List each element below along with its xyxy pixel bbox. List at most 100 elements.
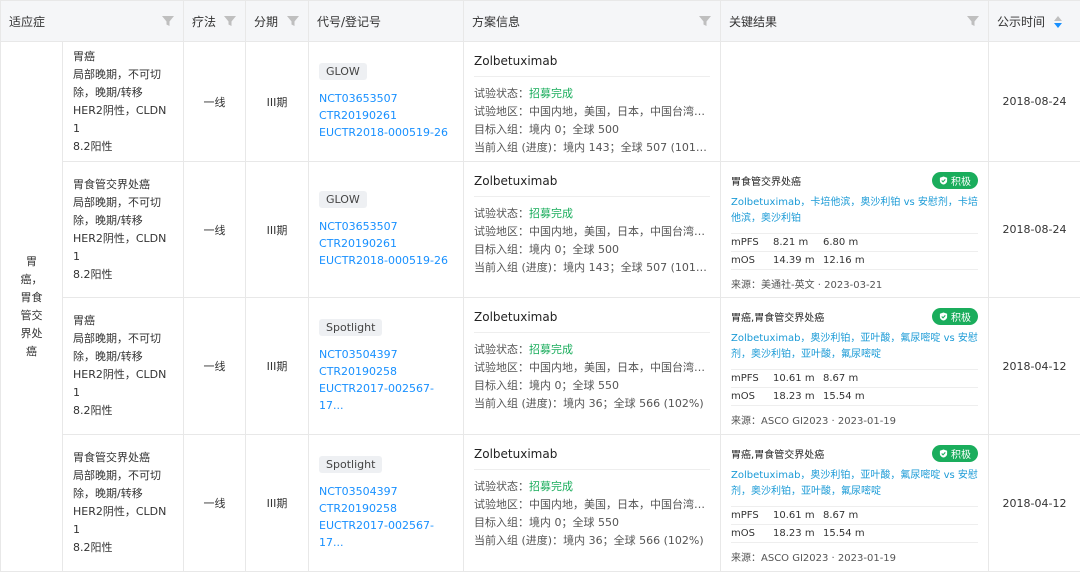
date-cell: 2018-04-12 <box>988 297 1080 435</box>
indication-line: HER2阴性，CLDN 1 <box>73 103 167 135</box>
metric-value-2: 6.80 m <box>823 237 859 248</box>
trial-tag: Spotlight <box>319 318 383 336</box>
table-row: 胃食管交界处癌 局部晚期，不可切 除，晚期/转移 HER2阴性，CLDN 1 8.2阳性… <box>1 161 1080 298</box>
stage-cell: III期 <box>245 41 310 162</box>
indication-line: 除，晚期/转移 <box>73 350 143 363</box>
publish-date: 2018-04-12 <box>1002 496 1067 510</box>
metric-value-2: 15.54 m <box>823 528 865 539</box>
metric-value-2: 15.54 m <box>823 391 865 402</box>
indication-line: 局部晚期，不可切 <box>73 67 161 81</box>
metric-row: mOS 18.23 m 15.54 m <box>731 525 979 543</box>
stage-value: III期 <box>266 360 288 373</box>
indication-line: 8.2阳性 <box>73 541 113 554</box>
current-enrollment: 当前入组 (进度)：境内 36；全球 566 (102%) <box>474 534 704 547</box>
result-metrics: mPFS 10.61 m 8.67 m mOS 18.23 m 15.54 m <box>731 369 979 406</box>
date-cell: 2018-08-24 <box>988 41 1080 162</box>
target-enrollment: 目标入组：境内 0；全球 500 <box>474 243 620 256</box>
trial-region: 试验地区：中国内地，美国，日本，中国台湾，比利... <box>474 361 710 374</box>
indication-line: 胃食管交界处癌 <box>73 451 150 464</box>
trial-region: 试验地区：中国内地，美国，日本，中国台湾，奥地... <box>474 225 710 238</box>
shield-check-icon <box>939 312 948 321</box>
registration-code-link[interactable]: EUCTR2018-000519-26 <box>319 124 453 141</box>
registration-code-link[interactable]: NCT03653507 <box>319 218 453 235</box>
plan-name[interactable]: Zolbetuximab <box>474 310 711 333</box>
stage-value: III期 <box>266 95 288 109</box>
header-stage: 分期 <box>245 0 310 42</box>
therapy-value: 一线 <box>203 95 226 109</box>
metric-row: mPFS 10.61 m 8.67 m <box>731 506 979 525</box>
trial-tag: GLOW <box>319 190 367 208</box>
registration-code-link[interactable]: CTR20190261 <box>319 235 453 252</box>
result-title: 胃食管交界处癌 <box>731 177 802 188</box>
therapy-value: 一线 <box>203 497 226 510</box>
indication-line: HER2阴性，CLDN 1 <box>73 231 167 263</box>
result-source: 来源：ASCO GI2023 · 2023-01-19 <box>731 553 897 564</box>
plan-cell: Zolbetuximab 试验状态：招募完成试验地区：中国内地，美国，日本，中国台… <box>463 161 722 298</box>
header-plan-label: 方案信息 <box>472 14 521 29</box>
trial-status: 试验状态：招募完成 <box>474 478 710 496</box>
current-enrollment: 当前入组 (进度)：境内 36；全球 566 (102%) <box>474 397 704 410</box>
plan-name[interactable]: Zolbetuximab <box>474 174 711 197</box>
target-enrollment: 目标入组：境内 0；全球 500 <box>474 123 620 136</box>
indication-line: 8.2阳性 <box>73 267 113 281</box>
filter-icon[interactable] <box>698 14 712 28</box>
indication-cell: 胃食管交界处癌 局部晚期，不可切 除，晚期/转移 HER2阴性，CLDN 1 8.2阳性 <box>61 434 185 572</box>
filter-icon[interactable] <box>286 14 300 28</box>
result-description-link[interactable]: Zolbetuximab，奥沙利铂，亚叶酸，氟尿嘧啶 vs 安慰剂，奥沙利铂，亚… <box>731 331 978 363</box>
result-metrics: mPFS 8.21 m 6.80 m mOS 14.39 m 12.16 m <box>731 233 979 270</box>
table-row: 胃癌 局部晚期，不可切 除，晚期/转移 HER2阴性，CLDN 1 8.2阳性 一线 III… <box>1 297 1080 435</box>
registration-code-link[interactable]: EUCTR2018-000519-26 <box>319 252 453 269</box>
filter-icon[interactable] <box>223 14 237 28</box>
header-indication: 适应症 <box>0 0 185 42</box>
group-indication-line: 癌， <box>20 272 43 286</box>
metric-value-2: 12.16 m <box>823 255 865 266</box>
registration-code-link[interactable]: EUCTR2017-002567-17... <box>319 517 453 551</box>
filter-icon[interactable] <box>161 14 175 28</box>
indication-line: 胃食管交界处癌 <box>73 177 150 191</box>
sort-icon[interactable] <box>1053 15 1063 29</box>
header-row: 适应症 疗法 分期 代号/登记号 方案信息 关键结果 公示时间 <box>0 0 1080 42</box>
indication-line: 除，晚期/转移 <box>73 85 143 99</box>
trial-status-value: 招募完成 <box>529 343 574 356</box>
registration-code-link[interactable]: NCT03653507 <box>319 90 453 107</box>
stage-cell: III期 <box>245 161 310 298</box>
registration-code-link[interactable]: NCT03504397 <box>319 346 453 363</box>
metric-row: mOS 18.23 m 15.54 m <box>731 388 979 406</box>
group-indication-cell: 胃癌， 胃食 管交 界处癌 <box>0 41 63 572</box>
trial-status-value: 招募完成 <box>529 87 574 100</box>
result-cell: 胃癌,胃食管交界处癌 积极 Zolbetuximab，奥沙利铂，亚叶酸，氟尿嘧啶 v… <box>720 434 990 572</box>
header-result-label: 关键结果 <box>729 14 778 29</box>
trial-status-value: 招募完成 <box>529 207 574 220</box>
metric-value-1: 18.23 m <box>773 528 815 539</box>
registration-code-link[interactable]: NCT03504397 <box>319 483 453 500</box>
registration-code-link[interactable]: CTR20190258 <box>319 500 453 517</box>
trial-tag: GLOW <box>319 62 367 80</box>
plan-name[interactable]: Zolbetuximab <box>474 54 711 77</box>
metric-value-1: 14.39 m <box>773 255 815 266</box>
result-description-link[interactable]: Zolbetuximab，奥沙利铂，亚叶酸，氟尿嘧啶 vs 安慰剂，奥沙利铂，亚… <box>731 468 978 500</box>
publish-date: 2018-04-12 <box>1002 359 1067 373</box>
trial-status-label: 试验状态： <box>474 343 530 356</box>
trial-status-label: 试验状态： <box>474 207 530 220</box>
table-row: 胃食管交界处癌 局部晚期，不可切 除，晚期/转移 HER2阴性，CLDN 1 8.2阳性… <box>1 434 1080 572</box>
therapy-cell: 一线 <box>183 434 247 572</box>
indication-line: 除，晚期/转移 <box>73 213 143 227</box>
indication-line: 局部晚期，不可切 <box>73 332 161 345</box>
indication-cell: 胃癌 局部晚期，不可切 除，晚期/转移 HER2阴性，CLDN 1 8.2阳性 <box>61 297 185 435</box>
header-therapy: 疗法 <box>183 0 247 42</box>
result-description-link[interactable]: Zolbetuximab，卡培他滨，奥沙利铂 vs 安慰剂，卡培他滨，奥沙利铂 <box>731 195 978 227</box>
positive-badge: 积极 <box>932 445 979 462</box>
registration-code-link[interactable]: EUCTR2017-002567-17... <box>319 380 453 414</box>
header-date: 公示时间 <box>988 0 1080 42</box>
registration-code-link[interactable]: CTR20190258 <box>319 363 453 380</box>
filter-icon[interactable] <box>966 14 980 28</box>
code-cell: Spotlight NCT03504397 CTR20190258 EUCTR2017… <box>308 434 465 572</box>
stage-cell: III期 <box>245 297 310 435</box>
registration-code-link[interactable]: CTR20190261 <box>319 107 453 124</box>
shield-check-icon <box>939 449 948 458</box>
result-metrics: mPFS 10.61 m 8.67 m mOS 18.23 m 15.54 m <box>731 506 979 543</box>
trial-status: 试验状态：招募完成 <box>474 205 710 223</box>
indication-line: 8.2阳性 <box>73 404 113 417</box>
indication-cell: 胃食管交界处癌 局部晚期，不可切 除，晚期/转移 HER2阴性，CLDN 1 8.2阳性 <box>61 161 185 298</box>
plan-name[interactable]: Zolbetuximab <box>474 447 711 470</box>
